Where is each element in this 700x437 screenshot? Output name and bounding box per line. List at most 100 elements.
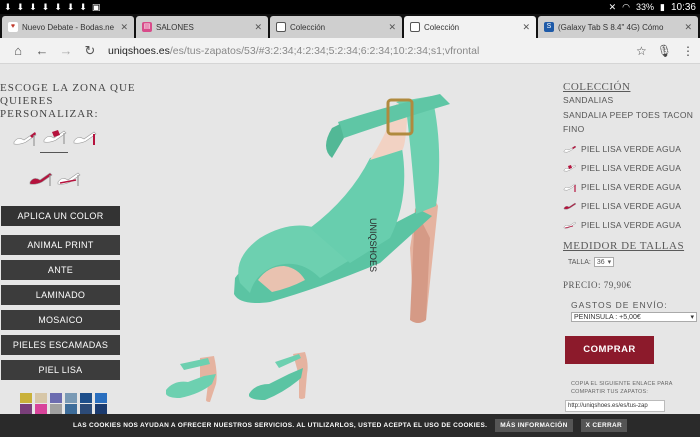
- download-icon: ⬇: [29, 2, 37, 12]
- coleccion-title[interactable]: COLECCIÓN: [563, 81, 700, 93]
- share-link-field[interactable]: http://uniqshoes.es/es/tus-zap: [565, 400, 665, 412]
- left-column: ESCOGE LA ZONA QUE QUIERES PERSONALIZAR:: [0, 64, 150, 121]
- option-laminado[interactable]: LAMINADO: [1, 285, 120, 305]
- shoe-mini-icon: [563, 221, 577, 229]
- color-swatch[interactable]: [95, 393, 107, 403]
- back-icon[interactable]: ←: [30, 43, 54, 58]
- tab-title: Colección: [424, 22, 460, 32]
- close-icon[interactable]: ✕: [388, 22, 396, 33]
- color-swatch[interactable]: [35, 404, 47, 414]
- uniq-favicon-icon: [410, 22, 420, 32]
- model-label: SANDALIA PEEP TOES TACON FINO: [563, 110, 694, 134]
- material-row[interactable]: PIEL LISA VERDE AGUA: [563, 196, 700, 215]
- shoe-mini-icon: [563, 164, 577, 172]
- color-swatch[interactable]: [80, 393, 92, 403]
- color-swatch[interactable]: [80, 404, 92, 414]
- option-piel-lisa[interactable]: PIEL LISA: [1, 360, 120, 380]
- medidor-tallas-link[interactable]: MEDIDOR DE TALLAS: [563, 240, 700, 252]
- material-row[interactable]: PIEL LISA VERDE AGUA: [563, 158, 700, 177]
- download-icon: ⬇: [16, 2, 25, 12]
- color-swatch[interactable]: [35, 393, 47, 403]
- option-pieles-escamadas[interactable]: PIELES ESCAMADAS: [1, 335, 120, 355]
- zone-thumb-1[interactable]: [12, 128, 38, 148]
- talla-row: TALLA: 36 ▾: [568, 257, 700, 267]
- battery-icon: ▮: [660, 1, 665, 12]
- forward-icon[interactable]: →: [54, 43, 78, 58]
- notification-icons: ⬇ ⬇ ⬇ ⬇ ⬇ ⬇ ⬇ ▣: [4, 0, 100, 14]
- tab-coleccion-1[interactable]: Colección ✕: [270, 16, 402, 38]
- color-swatch[interactable]: [50, 404, 62, 414]
- tab-strip: ♥ Nuevo Debate - Bodas.net ✕ ▤ SALONES ✕…: [0, 14, 700, 38]
- shipping-select[interactable]: PENINSULA : +5,00€ ▾: [571, 312, 697, 322]
- wifi-icon: ◠: [622, 1, 630, 12]
- thumbnail-view-2[interactable]: [245, 344, 315, 404]
- zone-title: ESCOGE LA ZONA QUE QUIERES PERSONALIZAR:: [0, 82, 136, 120]
- tab-salones[interactable]: ▤ SALONES ✕: [136, 16, 268, 38]
- url-path: /es/tus-zapatos/53/#3:2:34;4:2:34;5:2:34…: [169, 44, 480, 57]
- tab-title: Colección: [290, 22, 326, 32]
- star-icon[interactable]: ☆: [636, 44, 647, 58]
- category-label: SANDALIAS: [563, 95, 614, 105]
- url-bar[interactable]: uniqshoes.es/es/tus-zapatos/53/#3:2:34;4…: [108, 41, 628, 61]
- download-icon: ⬇: [4, 2, 12, 12]
- zone-thumb-selected-underline: [40, 152, 68, 153]
- close-icon[interactable]: ✕: [522, 22, 530, 33]
- download-icon: ⬇: [79, 2, 87, 12]
- download-icon: ⬇: [41, 2, 50, 12]
- talla-label: TALLA:: [568, 258, 591, 266]
- shoe-mini-icon: [563, 183, 577, 192]
- chevron-down-icon: ▾: [607, 259, 612, 266]
- uniq-favicon-icon: [276, 22, 286, 32]
- home-icon[interactable]: ⌂: [6, 43, 30, 58]
- tab-coleccion-2[interactable]: Colección ✕: [404, 16, 536, 38]
- option-animal-print[interactable]: ANIMAL PRINT: [1, 235, 120, 255]
- zone-thumb-3[interactable]: [72, 127, 98, 147]
- color-swatch[interactable]: [65, 393, 77, 403]
- color-swatch[interactable]: [95, 404, 107, 414]
- tab-bodas[interactable]: ♥ Nuevo Debate - Bodas.net ✕: [2, 16, 134, 38]
- material-row[interactable]: PIEL LISA VERDE AGUA: [563, 177, 700, 196]
- share-instructions: COPIA EL SIGUIENTE ENLACE PARA COMPARTIR…: [571, 381, 673, 395]
- battery-percent: 33%: [636, 2, 655, 12]
- right-column: COLECCIÓN SANDALIAS SANDALIA PEEP TOES T…: [563, 64, 700, 412]
- apply-color-button[interactable]: APLICA UN COLOR: [1, 206, 120, 226]
- menu-icon[interactable]: ⋮: [682, 44, 694, 58]
- tab-title: SALONES: [156, 22, 194, 32]
- tab-galaxy[interactable]: S (Galaxy Tab S 8.4" 4G) Cómo ✕: [538, 16, 698, 38]
- comprar-button[interactable]: COMPRAR: [565, 336, 654, 364]
- option-ante[interactable]: ANTE: [1, 260, 120, 280]
- shoe-mini-icon: [563, 202, 577, 210]
- talla-select[interactable]: 36 ▾: [593, 257, 615, 267]
- reload-icon[interactable]: ↻: [78, 43, 102, 59]
- microphone-icon[interactable]: 🎙: [657, 44, 672, 58]
- close-cookie-button[interactable]: X CERRAR: [580, 419, 627, 432]
- material-row[interactable]: PIEL LISA VERDE AGUA: [563, 139, 700, 158]
- thumbnail-view-1[interactable]: [160, 344, 230, 404]
- cookie-banner: LAS COOKIES NOS AYUDAN A OFRECER NUESTRO…: [0, 414, 700, 437]
- material-row[interactable]: PIEL LISA VERDE AGUA: [563, 215, 700, 234]
- gastos-envio-label: GASTOS DE ENVÍO:: [571, 300, 668, 310]
- color-swatch[interactable]: [20, 404, 32, 414]
- zone-thumb-4[interactable]: [28, 168, 54, 188]
- close-icon[interactable]: ✕: [254, 22, 262, 33]
- photo-icon: ▣: [91, 2, 101, 12]
- zone-thumb-5[interactable]: [56, 168, 82, 188]
- price: PRECIO: 79,90€: [563, 280, 632, 290]
- color-swatch[interactable]: [65, 404, 77, 414]
- heart-icon: ♥: [8, 22, 18, 32]
- color-swatch[interactable]: [20, 393, 32, 403]
- clock: 10:36: [670, 1, 696, 13]
- download-icon: ⬇: [66, 2, 75, 12]
- price-value: 79,90€: [603, 280, 632, 290]
- brand-label: UNIQSHOES: [368, 218, 378, 272]
- close-icon[interactable]: ✕: [120, 22, 128, 33]
- chevron-down-icon: ▾: [690, 314, 694, 321]
- option-mosaico[interactable]: MOSAICO: [1, 310, 120, 330]
- mute-icon: ✕: [608, 1, 617, 12]
- status-bar: ⬇ ⬇ ⬇ ⬇ ⬇ ⬇ ⬇ ▣ ✕ ◠ 33% ▮ 10:36: [0, 0, 700, 14]
- color-swatch[interactable]: [50, 393, 62, 403]
- zone-thumb-2[interactable]: [42, 126, 68, 146]
- more-info-button[interactable]: MÁS INFORMACIÓN: [495, 419, 573, 432]
- close-icon[interactable]: ✕: [684, 22, 692, 33]
- tab-title: Nuevo Debate - Bodas.net: [22, 22, 115, 32]
